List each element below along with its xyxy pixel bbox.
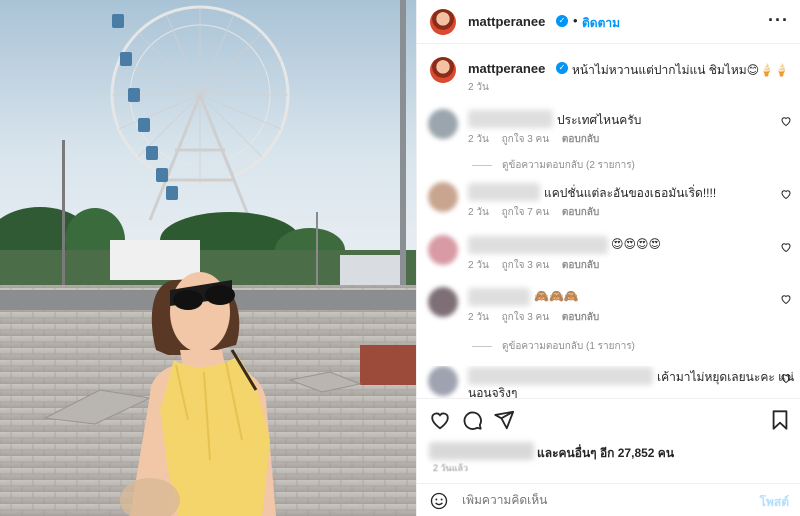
comment-time[interactable]: 2 วัน xyxy=(468,207,489,218)
blurred-username xyxy=(468,288,530,306)
header-separator: • xyxy=(573,13,578,28)
comment-avatar[interactable] xyxy=(428,109,458,139)
comment-time[interactable]: 2 วัน xyxy=(468,260,489,271)
avatar[interactable] xyxy=(430,9,456,35)
heart-icon[interactable] xyxy=(780,241,792,253)
heart-icon[interactable] xyxy=(780,188,792,200)
comment-text: ประเทศไหนครับ xyxy=(557,113,642,127)
add-comment-bar: โพสต์ xyxy=(417,483,800,516)
likes-summary[interactable]: และคนอื่นๆ อีก 27,852 คน xyxy=(429,440,799,462)
caption-time[interactable]: 2 วัน xyxy=(468,80,489,95)
post-side-panel: mattperanee ✓ • ติดตาม ··· mattperanee ✓… xyxy=(416,0,800,516)
post-photo[interactable] xyxy=(0,0,416,516)
caption-text: หน้าไม่หวานแต่ปากไม่แน่ ชิมไหม😊🍦🍦 xyxy=(572,63,790,77)
comment-text: แคปชั่นแต่ละอันของเธอมันเริ่ด!!!! xyxy=(544,186,717,200)
heart-icon[interactable] xyxy=(780,293,792,305)
comment-item: เค้ามาไม่หยุดเลยนะคะ แน่ นอนจริงๆ xyxy=(417,366,800,398)
view-replies-button[interactable]: ดูข้อความตอบกลับ (2 รายการ) xyxy=(472,158,635,173)
caption-username[interactable]: mattperanee xyxy=(468,61,545,76)
likes-count-text[interactable]: และคนอื่นๆ อีก 27,852 คน xyxy=(537,444,674,463)
share-paper-plane-icon[interactable] xyxy=(493,409,515,431)
comment-time[interactable]: 2 วัน xyxy=(468,312,489,323)
comment-avatar[interactable] xyxy=(428,366,458,396)
comment-meta: 2 วัน ถูกใจ 3 คน ตอบกลับ xyxy=(468,132,609,147)
comment-avatar[interactable] xyxy=(428,235,458,265)
comment-text: 😍😍😍😍 xyxy=(611,237,662,251)
emoji-icon[interactable] xyxy=(430,492,448,510)
comment-item: 🙈🙈🙈 2 วัน ถูกใจ 3 คน ตอบกลับ xyxy=(417,287,800,335)
comment-likes[interactable]: ถูกใจ 7 คน xyxy=(502,207,550,218)
blurred-username xyxy=(468,183,540,201)
post-comment-button[interactable]: โพสต์ xyxy=(760,493,789,512)
comment-meta: 2 วัน ถูกใจ 7 คน ตอบกลับ xyxy=(468,205,609,220)
post-actions-bar xyxy=(417,398,800,438)
comment-bubble-icon[interactable] xyxy=(461,409,483,431)
more-options-icon[interactable]: ··· xyxy=(768,10,789,31)
post-header: mattperanee ✓ • ติดตาม ··· xyxy=(417,0,800,44)
blurred-username xyxy=(468,110,553,128)
comment-text-line2: นอนจริงๆ xyxy=(468,386,518,398)
comment-text-line1: เค้ามาไม่หยุดเลยนะคะ แน่ xyxy=(657,370,795,384)
comment-input[interactable] xyxy=(462,493,742,507)
view-replies-button[interactable]: ดูข้อความตอบกลับ (1 รายการ) xyxy=(472,339,635,354)
header-username[interactable]: mattperanee xyxy=(468,14,545,29)
comment-likes[interactable]: ถูกใจ 3 คน xyxy=(502,134,550,145)
comment-item: ประเทศไหนครับ 2 วัน ถูกใจ 3 คน ตอบกลับ xyxy=(417,109,800,157)
comment-likes[interactable]: ถูกใจ 3 คน xyxy=(502,312,550,323)
heart-icon[interactable] xyxy=(780,372,792,384)
blurred-username xyxy=(468,236,608,254)
comment-time[interactable]: 2 วัน xyxy=(468,134,489,145)
comment-meta: 2 วัน ถูกใจ 3 คน ตอบกลับ xyxy=(468,310,609,325)
reply-button[interactable]: ตอบกลับ xyxy=(562,260,599,271)
reply-button[interactable]: ตอบกลับ xyxy=(562,134,599,145)
comment-avatar[interactable] xyxy=(428,287,458,317)
verified-badge-icon: ✓ xyxy=(556,15,568,27)
heart-icon[interactable] xyxy=(780,115,792,127)
reply-button[interactable]: ตอบกลับ xyxy=(562,312,599,323)
blurred-username xyxy=(468,367,653,385)
comment-meta: 2 วัน ถูกใจ 3 คน ตอบกลับ xyxy=(468,258,609,273)
save-bookmark-icon[interactable] xyxy=(769,409,791,431)
caption-avatar[interactable] xyxy=(430,57,456,83)
verified-badge-icon: ✓ xyxy=(556,62,568,74)
like-heart-icon[interactable] xyxy=(429,409,451,431)
photo-illustration xyxy=(0,0,416,516)
comment-text: 🙈🙈🙈 xyxy=(534,289,579,303)
comment-avatar[interactable] xyxy=(428,182,458,212)
reply-button[interactable]: ตอบกลับ xyxy=(562,207,599,218)
blurred-liker-names xyxy=(429,442,534,460)
comment-likes[interactable]: ถูกใจ 3 คน xyxy=(502,260,550,271)
comment-item: แคปชั่นแต่ละอันของเธอมันเริ่ด!!!! 2 วัน … xyxy=(417,182,800,230)
post-timestamp[interactable]: 2 วันแล้ว xyxy=(433,461,468,475)
follow-button[interactable]: ติดตาม xyxy=(582,14,620,33)
comment-item: 😍😍😍😍 2 วัน ถูกใจ 3 คน ตอบกลับ xyxy=(417,235,800,283)
